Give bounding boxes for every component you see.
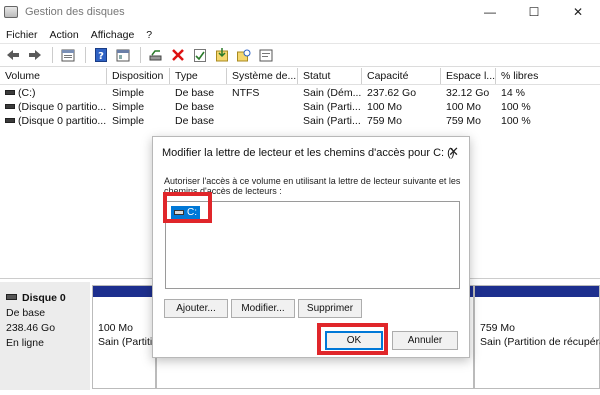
disk-info-panel[interactable]: Disque 0 De base 238.46 Go En ligne [0, 282, 90, 390]
menu-fichier[interactable]: Fichier [0, 29, 44, 41]
disk-size: 238.46 Go [6, 322, 56, 334]
column-header-status[interactable]: Statut [298, 68, 362, 84]
disk-type: De base [6, 307, 46, 319]
volume-drive-icon [5, 89, 15, 95]
percent-free-cell: 100 % [501, 115, 531, 127]
column-header-type[interactable]: Type [170, 68, 227, 84]
change-drive-letter-dialog: Modifier la lettre de lecteur et les che… [152, 136, 470, 358]
disk-status: En ligne [6, 337, 44, 349]
disposition-cell: Simple [112, 101, 145, 113]
partition-status: Sain (Partitio [98, 336, 159, 348]
volume-cell: (C:) [0, 86, 107, 100]
percent-free-cell: 100 % [501, 101, 531, 113]
partition-size: 100 Mo [98, 322, 134, 334]
window-controls: — ☐ ✕ [468, 0, 600, 24]
free-space-cell: 100 Mo [446, 101, 482, 113]
filesystem-cell: NTFS [232, 87, 260, 99]
free-space-cell: 32.12 Go [446, 87, 490, 99]
partition-block-system[interactable]: 100 Mo Sain (Partitio [92, 285, 158, 389]
partition-stripe [93, 286, 155, 297]
capacity-cell: 100 Mo [367, 101, 403, 113]
cancel-button[interactable]: Annuler [392, 331, 458, 350]
add-button[interactable]: Ajouter... [164, 299, 228, 318]
capacity-cell: 237.62 Go [367, 87, 417, 99]
status-cell: Sain (Dém... [303, 87, 362, 99]
remove-button[interactable]: Supprimer [298, 299, 362, 318]
minimize-button[interactable]: — [468, 0, 512, 24]
maximize-button[interactable]: ☐ [512, 0, 556, 24]
filesystem-cell [227, 100, 298, 114]
partition-status: Sain (Partition de récupérat [480, 336, 600, 348]
volume-list: (C:) Simple De base NTFS Sain (Dém... 23… [0, 86, 600, 128]
check-icon[interactable] [190, 46, 209, 64]
type-cell: De base [175, 87, 215, 99]
disposition-cell: Simple [112, 115, 145, 127]
status-cell: Sain (Parti... [303, 115, 361, 127]
volume-name: (Disque 0 partitio... [18, 115, 107, 127]
type-cell: De base [175, 101, 215, 113]
status-cell: Sain (Parti... [303, 101, 361, 113]
disk-name: Disque 0 [22, 292, 66, 304]
settings-icon[interactable] [256, 46, 275, 64]
title-bar: Gestion des disques — ☐ ✕ [0, 0, 600, 24]
filesystem-cell [227, 114, 298, 128]
partition-text: 759 Mo Sain (Partition de récupérat [480, 321, 600, 349]
column-header-disposition[interactable]: Disposition [107, 68, 170, 84]
menu-bar: Fichier Action Affichage ? [0, 27, 600, 43]
svg-text:?: ? [98, 51, 104, 62]
table-row[interactable]: (Disque 0 partitio... Simple De base Sai… [0, 100, 600, 114]
close-button[interactable]: ✕ [556, 0, 600, 24]
disk-icon [6, 294, 17, 301]
column-header-volume[interactable]: Volume [0, 68, 107, 84]
disposition-cell: Simple [112, 87, 145, 99]
menu-action[interactable]: Action [44, 29, 85, 41]
partition-block-recovery[interactable]: 759 Mo Sain (Partition de récupérat [474, 285, 600, 389]
column-header-free-space[interactable]: Espace l... [441, 68, 496, 84]
column-header-filesystem[interactable]: Système de... [227, 68, 298, 84]
highlight-ok-button [317, 323, 388, 355]
type-cell: De base [175, 115, 215, 127]
highlight-drive-entry [163, 192, 212, 223]
disk-management-app-icon [4, 6, 18, 18]
menu-help[interactable]: ? [140, 29, 158, 41]
volume-cell: (Disque 0 partitio... [0, 100, 107, 114]
volume-name: (C:) [18, 87, 36, 99]
partition-size: 759 Mo [480, 322, 516, 334]
connect-icon[interactable] [146, 46, 165, 64]
capacity-cell: 759 Mo [367, 115, 403, 127]
window-title: Gestion des disques [25, 6, 125, 18]
volume-drive-icon [5, 103, 15, 109]
help-icon[interactable]: ? [91, 46, 110, 64]
dialog-title: Modifier la lettre de lecteur et les che… [162, 147, 455, 159]
back-icon[interactable] [3, 46, 22, 64]
partition-stripe [475, 286, 599, 297]
console-icon[interactable] [113, 46, 132, 64]
table-row[interactable]: (C:) Simple De base NTFS Sain (Dém... 23… [0, 86, 600, 100]
menu-affichage[interactable]: Affichage [85, 29, 141, 41]
refresh-icon[interactable] [234, 46, 253, 64]
column-header-percent-free[interactable]: % libres [496, 68, 556, 84]
column-header-capacity[interactable]: Capacité [362, 68, 441, 84]
toolbar-separator [140, 47, 141, 63]
free-space-cell: 759 Mo [446, 115, 482, 127]
partition-text: 100 Mo Sain (Partitio [98, 321, 158, 349]
modify-button[interactable]: Modifier... [231, 299, 295, 318]
import-icon[interactable] [212, 46, 231, 64]
properties-icon[interactable] [58, 46, 77, 64]
table-row[interactable]: (Disque 0 partitio... Simple De base Sai… [0, 114, 600, 128]
delete-icon[interactable] [168, 46, 187, 64]
forward-icon[interactable] [25, 46, 44, 64]
toolbar-separator [85, 47, 86, 63]
volume-list-header: Volume Disposition Type Système de... St… [0, 68, 600, 85]
dialog-close-button[interactable]: ✕ [448, 144, 459, 160]
toolbar: ? [0, 43, 600, 67]
volume-cell: (Disque 0 partitio... [0, 114, 107, 128]
volume-name: (Disque 0 partitio... [18, 101, 107, 113]
volume-drive-icon [5, 117, 15, 123]
toolbar-separator [52, 47, 53, 63]
percent-free-cell: 14 % [501, 87, 525, 99]
